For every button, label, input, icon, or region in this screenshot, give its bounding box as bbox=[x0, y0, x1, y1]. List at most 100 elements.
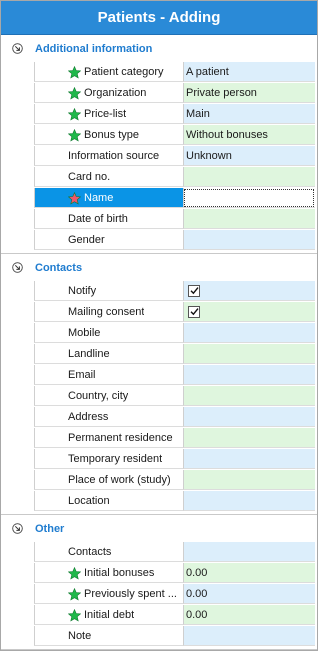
property-label: Temporary resident bbox=[68, 452, 163, 465]
property-value-field[interactable] bbox=[183, 344, 315, 364]
property-value-field[interactable]: Main bbox=[183, 104, 315, 124]
property-value-field[interactable] bbox=[183, 188, 315, 208]
property-label-cell[interactable]: Country, city bbox=[34, 386, 183, 406]
property-row[interactable]: Name bbox=[34, 188, 315, 209]
collapse-icon[interactable] bbox=[12, 262, 23, 273]
property-row[interactable]: Card no. bbox=[34, 167, 315, 188]
property-row[interactable]: Information source Unknown bbox=[34, 146, 315, 167]
property-value-field[interactable] bbox=[183, 323, 315, 343]
property-value-field[interactable] bbox=[183, 542, 315, 562]
property-value: Unknown bbox=[186, 149, 232, 162]
property-value-field[interactable] bbox=[183, 281, 315, 301]
property-value-field[interactable] bbox=[183, 449, 315, 469]
property-label: Card no. bbox=[68, 170, 111, 183]
property-label: Patient category bbox=[84, 65, 164, 78]
property-label-cell[interactable]: Initial debt bbox=[34, 605, 183, 625]
property-label-cell[interactable]: Organization bbox=[34, 83, 183, 103]
property-label-cell[interactable]: Address bbox=[34, 407, 183, 427]
property-value-field[interactable] bbox=[183, 407, 315, 427]
property-label-cell[interactable]: Notify bbox=[34, 281, 183, 301]
property-label-cell[interactable]: Permanent residence bbox=[34, 428, 183, 448]
property-row[interactable]: Bonus type Without bonuses bbox=[34, 125, 315, 146]
section-title: Additional information bbox=[35, 42, 153, 55]
section-title: Other bbox=[35, 522, 65, 535]
property-label-cell[interactable]: Note bbox=[34, 626, 183, 646]
property-row[interactable]: Permanent residence bbox=[34, 428, 315, 449]
property-value-field[interactable] bbox=[183, 230, 315, 250]
property-label-cell[interactable]: Mobile bbox=[34, 323, 183, 343]
property-row[interactable]: Location bbox=[34, 491, 315, 512]
property-row[interactable]: Landline bbox=[34, 344, 315, 365]
property-label-cell[interactable]: Name bbox=[34, 188, 183, 208]
property-label-cell[interactable]: Patient category bbox=[34, 62, 183, 82]
property-value-field[interactable]: 0.00 bbox=[183, 605, 315, 625]
collapse-icon[interactable] bbox=[12, 43, 23, 54]
property-value-field[interactable] bbox=[183, 470, 315, 490]
property-value-field[interactable]: 0.00 bbox=[183, 584, 315, 604]
property-row[interactable]: Initial bonuses 0.00 bbox=[34, 563, 315, 584]
property-row[interactable]: Initial debt 0.00 bbox=[34, 605, 315, 626]
patients-adding-window: Patients - Adding Additional information… bbox=[0, 0, 318, 651]
property-label: Mobile bbox=[68, 326, 101, 339]
property-label: Price-list bbox=[84, 107, 127, 120]
property-row[interactable]: Temporary resident bbox=[34, 449, 315, 470]
property-label-cell[interactable]: Price-list bbox=[34, 104, 183, 124]
property-row[interactable]: Price-list Main bbox=[34, 104, 315, 125]
section-contacts: Contacts Notify Mailing consent Mobile Landl… bbox=[1, 254, 317, 515]
checkbox[interactable] bbox=[188, 284, 200, 297]
property-value-field[interactable] bbox=[183, 302, 315, 322]
checkbox[interactable] bbox=[188, 305, 200, 318]
property-row[interactable]: Notify bbox=[34, 281, 315, 302]
property-row[interactable]: Previously spent ... 0.00 bbox=[34, 584, 315, 605]
property-value-field[interactable] bbox=[183, 167, 315, 187]
property-row[interactable]: Address bbox=[34, 407, 315, 428]
property-label: Note bbox=[68, 629, 92, 642]
property-label-cell[interactable]: Information source bbox=[34, 146, 183, 166]
property-row[interactable]: Organization Private person bbox=[34, 83, 315, 104]
property-value-field[interactable] bbox=[183, 626, 315, 646]
property-row[interactable]: Email bbox=[34, 365, 315, 386]
property-value-field[interactable] bbox=[183, 491, 315, 511]
property-label-cell[interactable]: Card no. bbox=[34, 167, 183, 187]
property-value-field[interactable]: 0.00 bbox=[183, 563, 315, 583]
property-label-cell[interactable]: Gender bbox=[34, 230, 183, 250]
property-label-cell[interactable]: Landline bbox=[34, 344, 183, 364]
property-value-field[interactable]: A patient bbox=[183, 62, 315, 82]
property-label-cell[interactable]: Bonus type bbox=[34, 125, 183, 145]
property-value-field[interactable] bbox=[183, 386, 315, 406]
property-label-cell[interactable]: Mailing consent bbox=[34, 302, 183, 322]
property-row[interactable]: Place of work (study) bbox=[34, 470, 315, 491]
property-label-cell[interactable]: Contacts bbox=[34, 542, 183, 562]
property-row[interactable]: Mailing consent bbox=[34, 302, 315, 323]
property-row[interactable]: Date of birth bbox=[34, 209, 315, 230]
property-row[interactable]: Contacts bbox=[34, 542, 315, 563]
property-label-cell[interactable]: Initial bonuses bbox=[34, 563, 183, 583]
property-label-cell[interactable]: Location bbox=[34, 491, 183, 511]
property-label-cell[interactable]: Date of birth bbox=[34, 209, 183, 229]
property-value-field[interactable] bbox=[183, 209, 315, 229]
property-row[interactable]: Note bbox=[34, 626, 315, 647]
property-value: 0.00 bbox=[186, 587, 208, 600]
section-header[interactable]: Additional information bbox=[1, 35, 317, 62]
property-row[interactable]: Mobile bbox=[34, 323, 315, 344]
property-row[interactable]: Gender bbox=[34, 230, 315, 251]
property-label-cell[interactable]: Previously spent ... bbox=[34, 584, 183, 604]
property-value: 0.00 bbox=[186, 566, 208, 579]
property-row[interactable]: Country, city bbox=[34, 386, 315, 407]
property-value-field[interactable]: Unknown bbox=[183, 146, 315, 166]
property-value-field[interactable]: Without bonuses bbox=[183, 125, 315, 145]
check-icon bbox=[190, 287, 199, 295]
collapse-icon[interactable] bbox=[12, 523, 23, 534]
section-header[interactable]: Contacts bbox=[1, 254, 317, 281]
required-star-icon bbox=[68, 108, 81, 121]
property-label-cell[interactable]: Temporary resident bbox=[34, 449, 183, 469]
property-row[interactable]: Patient category A patient bbox=[34, 62, 315, 83]
property-label-cell[interactable]: Email bbox=[34, 365, 183, 385]
property-label-cell[interactable]: Place of work (study) bbox=[34, 470, 183, 490]
property-value-field[interactable] bbox=[183, 428, 315, 448]
property-value-field[interactable] bbox=[183, 365, 315, 385]
property-label: Initial debt bbox=[84, 608, 135, 621]
property-value-field[interactable]: Private person bbox=[183, 83, 315, 103]
section-header[interactable]: Other bbox=[1, 515, 317, 542]
